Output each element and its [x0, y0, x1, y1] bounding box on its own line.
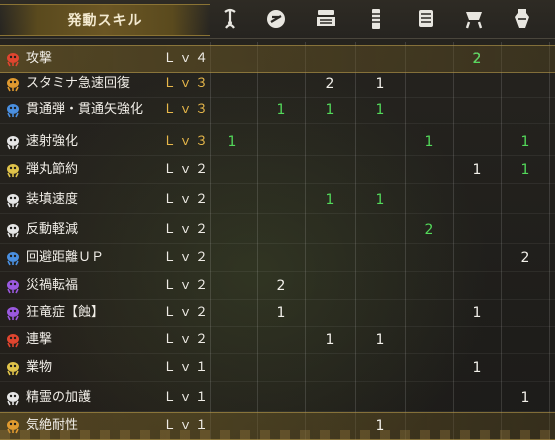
skill-gem-icon	[7, 164, 19, 178]
skill-row[interactable]: 速射強化 Ｌｖ３ 1 1 1	[0, 129, 555, 156]
skill-level: Ｌｖ３	[163, 76, 212, 91]
skill-row[interactable]: 回避距離ＵＰ Ｌｖ２ 2	[0, 245, 555, 272]
skill-name: スタミナ急速回復	[26, 76, 131, 91]
skill-level: Ｌｖ１	[163, 390, 212, 405]
equipment-skill-points: 1	[520, 162, 530, 178]
equipment-skill-points: 1	[276, 305, 286, 321]
equipment-skill-points: 1	[424, 134, 434, 150]
skill-gem-icon	[7, 78, 19, 92]
equipment-skill-points: 1	[472, 360, 482, 376]
skill-name: 貫通弾・貫通矢強化	[26, 102, 144, 117]
skill-level: Ｌｖ１	[163, 360, 212, 375]
equipment-skill-points: 1	[375, 76, 385, 92]
equipment-skill-points: 1	[375, 102, 385, 118]
skill-name: 業物	[26, 360, 53, 375]
skill-row[interactable]: スタミナ急速回復 Ｌｖ３ 2 1	[0, 71, 555, 98]
skill-level: Ｌｖ４	[163, 51, 212, 66]
skill-level: Ｌｖ３	[163, 134, 212, 149]
skill-row[interactable]: 業物 Ｌｖ１ 1	[0, 355, 555, 382]
equipment-skill-points: 2	[472, 51, 482, 67]
skill-name: 災禍転福	[26, 278, 79, 293]
equipment-skill-points: 1	[325, 192, 335, 208]
equipment-skill-points: 1	[227, 134, 237, 150]
equipment-skill-points: 1	[276, 102, 286, 118]
skill-row[interactable]: 連撃 Ｌｖ２ 1 1	[0, 327, 555, 354]
skill-gem-icon	[7, 334, 19, 348]
skill-row[interactable]: 攻撃 Ｌｖ４ 2 2	[0, 45, 555, 73]
equipment-skill-points: 2	[325, 76, 335, 92]
equipment-skill-points: 2	[424, 222, 434, 238]
skill-row[interactable]: 災禍転福 Ｌｖ２ 2	[0, 273, 555, 300]
weapon-hook-icon	[217, 6, 243, 32]
equipment-skill-points: 2	[520, 250, 530, 266]
skill-gem-icon	[7, 307, 19, 321]
skill-row[interactable]: 狂竜症【蝕】 Ｌｖ２ 1 1	[0, 300, 555, 327]
skill-level: Ｌｖ２	[163, 278, 212, 293]
skill-row[interactable]: 精霊の加護 Ｌｖ１ 1	[0, 385, 555, 412]
skill-name: 精霊の加護	[26, 390, 92, 405]
skill-gem-icon	[7, 194, 19, 208]
skill-name: 攻撃	[26, 51, 53, 66]
skill-row[interactable]: 貫通弾・貫通矢強化 Ｌｖ３ 1 1 1	[0, 97, 555, 124]
skill-name: 連撃	[26, 332, 53, 347]
equipment-skill-points: 1	[520, 390, 530, 406]
skill-gem-icon	[7, 136, 19, 150]
skill-gem-icon	[7, 104, 19, 118]
skill-level: Ｌｖ３	[163, 102, 212, 117]
waist-armor-icon	[461, 6, 487, 32]
helmet-icon	[313, 6, 339, 32]
gauntlet-icon	[413, 6, 439, 32]
skill-gem-icon	[7, 53, 19, 67]
skill-gem-icon	[7, 280, 19, 294]
leg-armor-icon	[509, 6, 535, 32]
equipment-skill-points: 1	[472, 162, 482, 178]
charm-icon	[263, 6, 289, 32]
active-skills-title-tab: 発動スキル	[0, 4, 210, 36]
chest-armor-icon	[363, 6, 389, 32]
skill-name: 回避距離ＵＰ	[26, 250, 105, 265]
skill-gem-icon	[7, 224, 19, 238]
equipment-skill-points: 1	[472, 305, 482, 321]
skill-name: 反動軽減	[26, 222, 79, 237]
equipment-skill-points: 1	[375, 332, 385, 348]
bottom-border-decoration	[0, 430, 555, 440]
skill-level: Ｌｖ２	[163, 250, 212, 265]
skill-name: 装填速度	[26, 192, 79, 207]
skill-row[interactable]: 弾丸節約 Ｌｖ２ 1 1	[0, 157, 555, 184]
skill-gem-icon	[7, 392, 19, 406]
skill-level: Ｌｖ２	[163, 162, 212, 177]
equipment-skill-points: 1	[520, 134, 530, 150]
skill-row[interactable]: 装填速度 Ｌｖ２ 1 1	[0, 187, 555, 214]
skill-level: Ｌｖ２	[163, 222, 212, 237]
active-skills-title: 発動スキル	[67, 13, 143, 29]
skill-row[interactable]: 反動軽減 Ｌｖ２ 2	[0, 217, 555, 244]
skill-name: 弾丸節約	[26, 162, 79, 177]
equipment-skill-points: 1	[325, 332, 335, 348]
skill-level: Ｌｖ２	[163, 192, 212, 207]
equipment-skill-points: 1	[375, 192, 385, 208]
skill-level: Ｌｖ２	[163, 332, 212, 347]
equipment-skill-points: 2	[276, 278, 286, 294]
equipment-skill-points: 1	[325, 102, 335, 118]
skill-name: 速射強化	[26, 134, 79, 149]
skill-gem-icon	[7, 252, 19, 266]
skill-name: 狂竜症【蝕】	[26, 305, 105, 320]
skill-gem-icon	[7, 362, 19, 376]
skill-level: Ｌｖ２	[163, 305, 212, 320]
